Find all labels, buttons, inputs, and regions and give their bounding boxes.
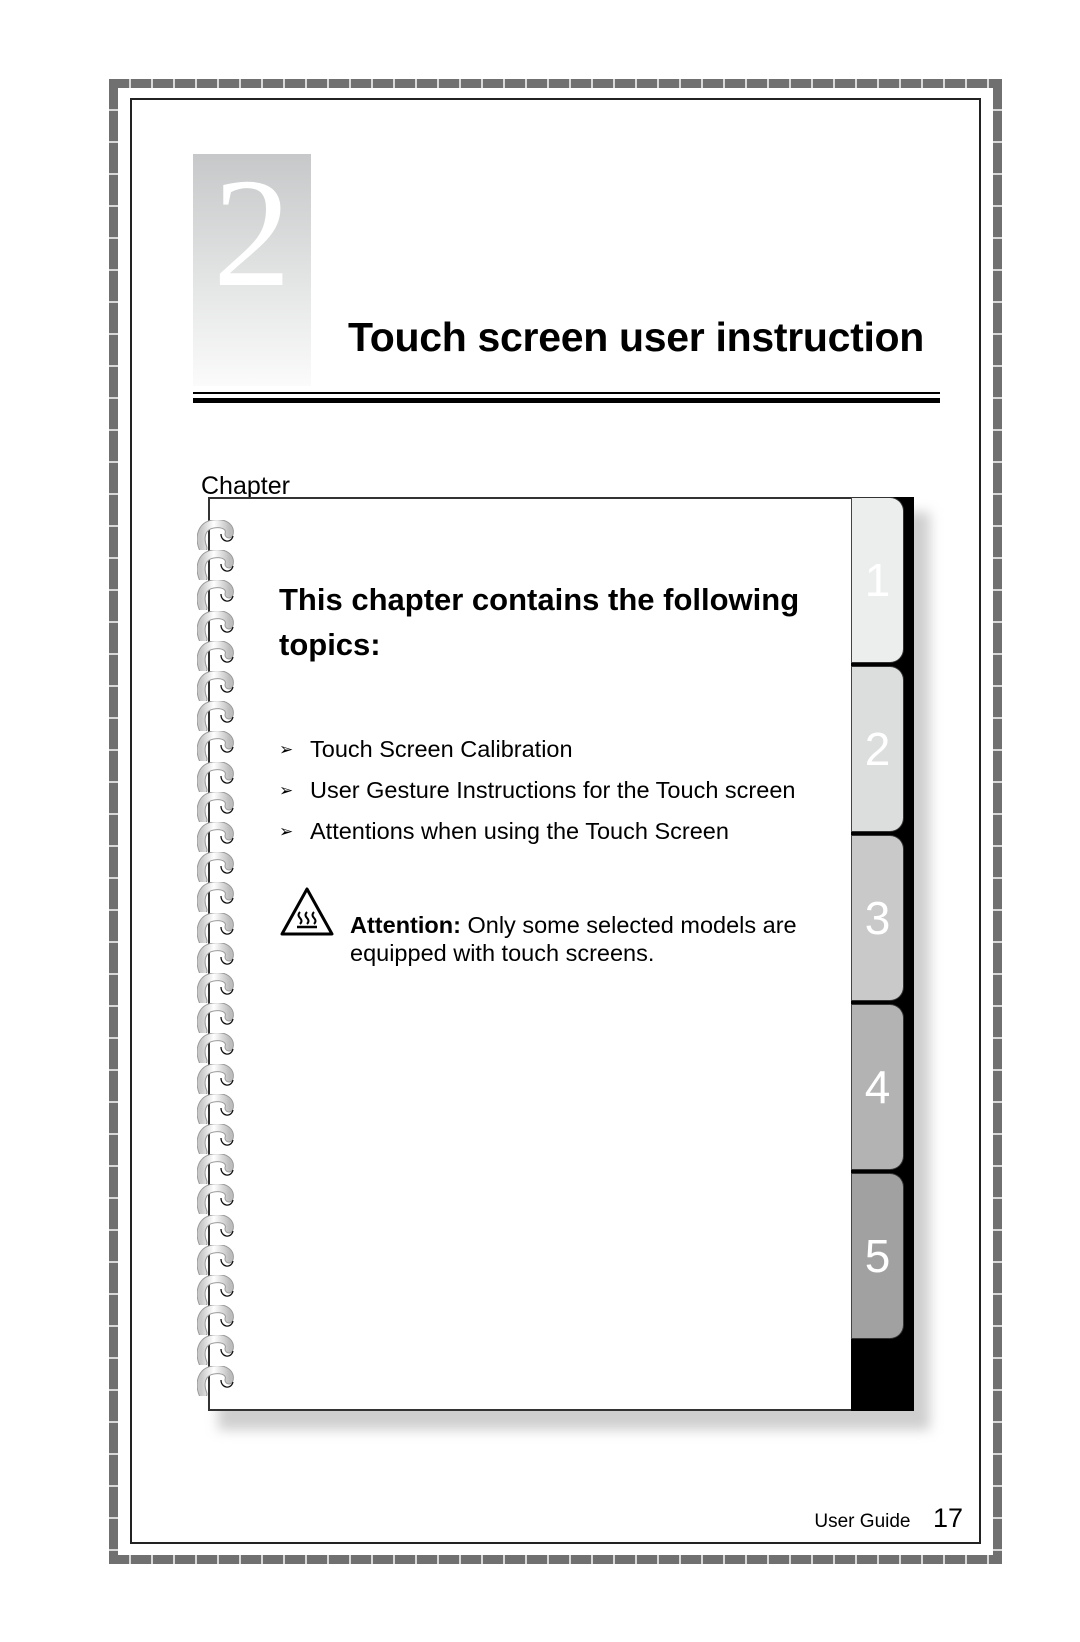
topics-heading: This chapter contains the following topi…: [279, 582, 800, 662]
spiral-ring-icon: [197, 1184, 234, 1215]
spiral-ring-icon: [197, 1063, 234, 1094]
topic-text: User Gesture Instructions for the Touch …: [310, 777, 796, 803]
spiral-ring-icon: [197, 1093, 234, 1124]
page-number: 17: [932, 1503, 963, 1533]
page-border-top: [109, 79, 1002, 88]
spiral-ring-icon: [197, 1335, 234, 1366]
spiral-ring-icon: [197, 942, 234, 973]
spiral-ring-icon: [197, 822, 234, 852]
spiral-ring-icon: [197, 580, 234, 611]
hot-surface-warning-icon: [280, 887, 334, 936]
spiral-ring-icon: [197, 1244, 234, 1275]
spiral-ring-icon: [197, 1365, 234, 1396]
title-rule-thin: [193, 392, 940, 394]
arrow-bullet-icon: ➢: [279, 780, 294, 800]
section-tab-label: 3: [864, 892, 891, 944]
topic-text: Touch Screen Calibration: [310, 736, 573, 762]
chapter-title: Touch screen user instruction: [348, 314, 925, 360]
spiral-ring-icon: [197, 1275, 234, 1305]
section-tab-label: 1: [864, 554, 891, 606]
spiral-ring-icon: [197, 912, 234, 943]
section-tab-3[interactable]: 3: [851, 835, 904, 1001]
page-footer: User Guide 17: [814, 1503, 963, 1534]
spiral-ring-icon: [197, 520, 234, 550]
spiral-ring-icon: [197, 640, 234, 671]
spiral-ring-icon: [197, 1003, 234, 1034]
page-border-bottom: [109, 1555, 1002, 1564]
section-tab-2[interactable]: 2: [851, 666, 904, 832]
spiral-ring-icon: [197, 1214, 234, 1245]
spiral-ring-icon: [197, 1124, 234, 1154]
chapter-badge: 2 Chapter: [193, 146, 311, 500]
section-tab-label: 2: [864, 723, 891, 775]
topic-item: ➢ Touch Screen Calibration: [279, 729, 795, 770]
arrow-bullet-icon: ➢: [279, 821, 294, 841]
spiral-ring-icon: [197, 1154, 234, 1185]
arrow-bullet-icon: ➢: [279, 739, 294, 759]
spiral-ring-icon: [197, 701, 234, 732]
chapter-number: 2: [213, 146, 291, 319]
section-tab-5[interactable]: 5: [851, 1173, 904, 1339]
topics-list: ➢ Touch Screen Calibration ➢ User Gestur…: [279, 729, 795, 852]
spiral-ring-icon: [197, 550, 234, 581]
topic-text: Attentions when using the Touch Screen: [310, 818, 729, 844]
attention-label: Attention:: [350, 912, 461, 938]
spiral-ring-icon: [197, 791, 234, 822]
spiral-ring-icon: [197, 731, 234, 762]
topic-item: ➢ Attentions when using the Touch Screen: [279, 811, 795, 852]
spiral-ring-icon: [197, 852, 234, 883]
attention-text: Attention: Only some selected models are…: [350, 911, 830, 967]
title-rule-thick: [193, 398, 940, 403]
page-border-right: [993, 79, 1002, 1564]
section-tab-label: 4: [864, 1061, 891, 1113]
section-tab-4[interactable]: 4: [851, 1004, 904, 1170]
spiral-ring-icon: [197, 671, 234, 701]
spiral-ring-icon: [197, 1033, 234, 1064]
spiral-ring-icon: [197, 610, 234, 641]
topic-item: ➢ User Gesture Instructions for the Touc…: [279, 770, 795, 811]
section-tab-label: 5: [864, 1230, 891, 1282]
footer-doc-name: User Guide: [814, 1511, 911, 1532]
spiral-ring-icon: [197, 761, 234, 792]
spiral-ring-icon: [197, 882, 234, 913]
spiral-ring-icon: [197, 973, 234, 1003]
page-border-left: [109, 79, 118, 1564]
spiral-ring-icon: [197, 1305, 234, 1336]
section-tab-1[interactable]: 1: [851, 497, 904, 663]
